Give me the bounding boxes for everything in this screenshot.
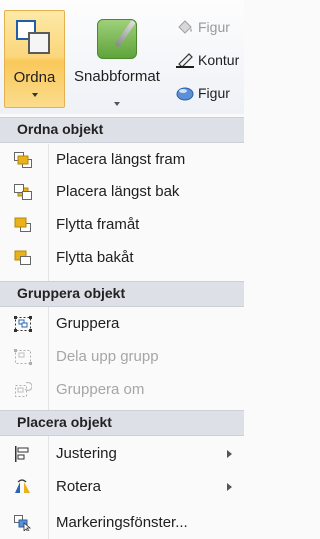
chevron-down-icon — [114, 102, 120, 106]
section-title: Ordna objekt — [17, 121, 104, 137]
chevron-down-icon — [32, 93, 38, 97]
bring-forward-icon — [14, 217, 31, 232]
section-header-ordna-objekt: Ordna objekt — [0, 117, 244, 143]
menu-item-label: Markeringsfönster... — [56, 514, 188, 531]
shape-outline-button[interactable]: Kontur — [176, 49, 244, 71]
shape-effects-button[interactable]: Figur — [176, 82, 244, 104]
shape-fill-label: Figur — [198, 19, 230, 35]
menu-item-label: Gruppera om — [56, 381, 145, 398]
ribbon: Ordna Snabbformat Figur Kontur Figur — [0, 0, 244, 115]
section-title: Gruppera objekt — [17, 285, 126, 301]
menu-item-label: Rotera — [56, 478, 102, 495]
menu-item-send-to-back[interactable]: Placera längst bak — [0, 176, 244, 208]
shape-outline-label: Kontur — [198, 52, 240, 68]
align-icon — [15, 446, 29, 462]
ordna-button[interactable]: Ordna — [4, 10, 65, 108]
menu-item-send-backward[interactable]: Flytta bakåt — [0, 242, 244, 274]
menu-item-group[interactable]: Gruppera — [0, 308, 244, 340]
menu-item-label: Placera längst bak — [56, 183, 180, 200]
menu-item-bring-forward[interactable]: Flytta framåt — [0, 209, 244, 241]
ordna-label: Ordna — [13, 69, 56, 86]
menu-item-label: Flytta framåt — [56, 216, 140, 233]
send-backward-icon — [14, 250, 31, 265]
section-header-placera-objekt: Placera objekt — [0, 410, 244, 436]
snabbformat-button[interactable]: Snabbformat — [66, 10, 168, 108]
menu-item-label: Flytta bakåt — [56, 249, 134, 266]
paint-bucket-icon — [178, 20, 192, 34]
send-to-back-icon — [14, 184, 32, 200]
menu-item-label: Dela upp grupp — [56, 348, 159, 365]
menu-item-ungroup[interactable]: Dela upp grupp — [0, 341, 244, 373]
arrange-menu: Ordna objekt Placera längst fram Placera… — [0, 114, 244, 539]
snabbformat-label: Snabbformat — [74, 68, 160, 85]
menu-item-bring-to-front[interactable]: Placera längst fram — [0, 144, 244, 176]
menu-item-selection-pane[interactable]: Markeringsfönster... — [0, 507, 244, 539]
menu-item-regroup[interactable]: Gruppera om — [0, 374, 244, 406]
shape-fill-button[interactable]: Figur — [176, 16, 244, 38]
quick-styles-icon — [97, 19, 137, 59]
group-icon — [14, 316, 32, 332]
section-header-gruppera-objekt: Gruppera objekt — [0, 281, 244, 307]
menu-item-rotate[interactable]: Rotera — [0, 471, 244, 503]
pencil-icon — [176, 53, 194, 68]
regroup-icon — [15, 382, 32, 397]
shape-effects-icon — [176, 87, 194, 101]
chevron-right-icon — [227, 450, 232, 458]
section-title: Placera objekt — [17, 414, 112, 430]
arrange-icon — [16, 20, 52, 56]
shape-effects-label: Figur — [198, 85, 230, 101]
chevron-right-icon — [227, 483, 232, 491]
menu-item-label: Gruppera — [56, 315, 120, 332]
menu-item-label: Justering — [56, 445, 117, 462]
menu-item-align[interactable]: Justering — [0, 438, 244, 470]
menu-item-label: Placera längst fram — [56, 151, 186, 168]
bring-to-front-icon — [14, 152, 32, 168]
rotate-icon — [15, 479, 30, 493]
selection-pane-icon — [14, 515, 32, 531]
ungroup-icon — [14, 349, 32, 365]
